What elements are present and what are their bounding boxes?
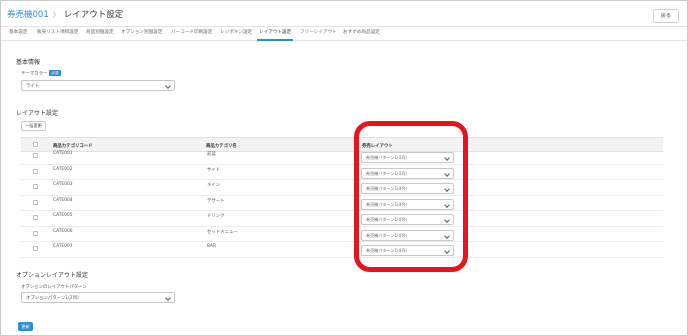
option-layout-title: オプションレイアウト設定 (16, 272, 89, 279)
row-checkbox[interactable] (33, 230, 38, 236)
active-tab-indicator (257, 39, 293, 41)
tab-layout-settings[interactable]: レイアウト設定 (259, 29, 291, 35)
update-button[interactable]: 更新 (18, 322, 33, 331)
category-name: ドリンク (207, 214, 225, 219)
category-name: セットメニュー (207, 229, 238, 235)
category-code: CATE003 (53, 182, 73, 187)
page-title: レイアウト設定 (63, 10, 124, 20)
category-code: CATE006 (53, 228, 73, 234)
category-code: CATE004 (53, 197, 73, 203)
select-all-checkbox[interactable] (33, 142, 38, 147)
row-checkbox[interactable] (33, 199, 38, 205)
row-checkbox[interactable] (33, 184, 38, 189)
breadcrumb-separator-icon: 〉 (52, 11, 60, 19)
category-layout-table: 商品カテゴリコード 商品カテゴリ名 券売レイアウト CATE001 前菜 券売機… (21, 137, 663, 258)
row-checkbox[interactable] (33, 215, 38, 220)
row-checkbox[interactable] (33, 168, 38, 174)
theme-color-value: ライト (26, 84, 40, 89)
category-code: CATE001 (53, 151, 73, 156)
table-row: CATE004 デザート 券売機パターン1(4列) (21, 196, 663, 211)
table-row: CATE003 メイン 券売機パターン1(4列) (21, 180, 663, 196)
basic-info-title: 基本情報 (16, 59, 41, 66)
page-header: 券売機001 〉レイアウト設定 戻る (1, 1, 687, 27)
tab-product-settings[interactable]: 商品別個設定 (86, 29, 114, 35)
table-row: CATE006 セットメニュー 券売機パターン1(4列) (21, 227, 663, 242)
tab-free-layout[interactable]: フリーレイアウト (300, 29, 337, 35)
breadcrumb: 券売機001 〉レイアウト設定 (7, 8, 123, 20)
category-name: メイン (207, 183, 221, 188)
category-name: 前菜 (207, 152, 216, 157)
tab-basic-settings[interactable]: 基本設定 (9, 29, 27, 35)
table-row: CATE001 前菜 券売機パターン1(4列) (21, 149, 663, 165)
category-code: CATE002 (53, 166, 73, 172)
back-button[interactable]: 戻る (653, 9, 679, 23)
highlight-annotation (354, 121, 468, 272)
category-name: BAR (207, 244, 217, 249)
theme-color-label-text: テーマカラー (21, 71, 48, 77)
breadcrumb-parent-link[interactable]: 券売機001 (7, 10, 49, 20)
bulk-change-button[interactable]: 一括変更 (21, 121, 46, 131)
table-row: CATE007 BAR 券売機パターン1(4列) (21, 242, 663, 258)
tab-recommended-products[interactable]: おすすめ商品設定 (343, 29, 380, 35)
theme-color-label: テーマカラー 必須 (21, 70, 61, 77)
option-pattern-label: オプションのレイアウトパターン (21, 285, 87, 290)
theme-color-select[interactable]: ライト (21, 80, 175, 91)
tab-option-settings[interactable]: オプション別個設定 (121, 29, 162, 35)
category-name: サイド (207, 167, 221, 173)
settings-tabs: 基本設定 販売リスト項目設定 商品別個設定 オプション別個設定 バーコード印刷設… (1, 27, 687, 41)
table-row: CATE005 ドリンク 券売機パターン1(4列) (21, 211, 663, 227)
option-pattern-select[interactable]: オプションパターン1(2列) (21, 292, 175, 303)
category-code: CATE007 (53, 244, 73, 249)
tab-sales-list-items[interactable]: 販売リスト項目設定 (37, 29, 78, 35)
layout-settings-title: レイアウト設定 (16, 110, 59, 117)
row-checkbox[interactable] (33, 153, 38, 158)
table-row: CATE002 サイド 券売機パターン1(4列) (21, 165, 663, 180)
row-checkbox[interactable] (33, 246, 38, 251)
chevron-down-icon (165, 83, 171, 89)
tab-register-settings[interactable]: レジポキン設定 (220, 29, 252, 35)
tab-barcode-print[interactable]: バーコード印刷設定 (171, 29, 212, 35)
category-name: デザート (207, 198, 225, 204)
option-pattern-value: オプションパターン1(2列) (26, 296, 79, 301)
category-code: CATE005 (53, 213, 73, 218)
required-badge: 必須 (49, 70, 61, 76)
chevron-down-icon (165, 295, 171, 301)
